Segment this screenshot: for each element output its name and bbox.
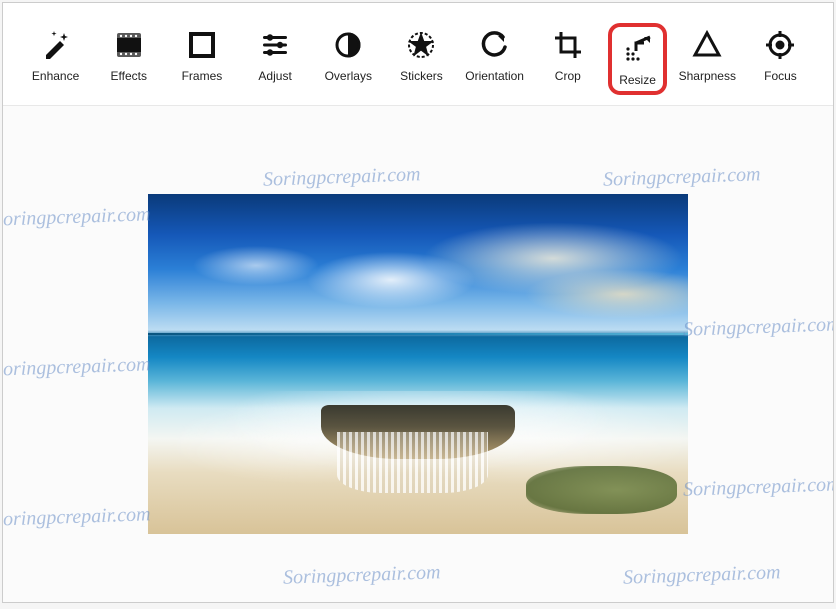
resize-icon (620, 31, 656, 67)
tool-effects[interactable]: Effects (96, 23, 161, 95)
watermark: Soringpcrepair.com (283, 561, 441, 589)
tool-label: Effects (111, 69, 147, 83)
watermark: Soringpcrepair.com (263, 163, 421, 191)
enhance-icon (38, 27, 74, 63)
tool-label: Stickers (400, 69, 443, 83)
effects-icon (111, 27, 147, 63)
focus-icon (762, 27, 798, 63)
watermark: Soringpcrepair.com (623, 561, 781, 589)
canvas-area[interactable]: Soringpcrepair.com Soringpcrepair.com So… (3, 106, 833, 602)
sharpness-icon (689, 27, 725, 63)
frames-icon (184, 27, 220, 63)
crop-icon (550, 27, 586, 63)
watermark: Soringpcrepair.com (603, 163, 761, 191)
tool-focus[interactable]: Focus (748, 23, 813, 95)
tool-adjust[interactable]: Adjust (243, 23, 308, 95)
tool-label: Sharpness (679, 69, 736, 83)
tool-enhance[interactable]: Enhance (23, 23, 88, 95)
tool-label: Orientation (465, 69, 524, 83)
stickers-icon (403, 27, 439, 63)
toolbar: Enhance Effects Frames Adjust Overlays (3, 3, 833, 106)
photo-editor-app: Enhance Effects Frames Adjust Overlays (2, 2, 834, 603)
watermark: Soringpcrepair.com (3, 203, 151, 231)
orientation-icon (477, 27, 513, 63)
tool-label: Crop (555, 69, 581, 83)
tool-frames[interactable]: Frames (169, 23, 234, 95)
watermark: Soringpcrepair.com (683, 313, 833, 341)
tool-label: Adjust (258, 69, 291, 83)
tool-label: Focus (764, 69, 797, 83)
tool-stickers[interactable]: Stickers (389, 23, 454, 95)
photo-preview (148, 194, 688, 534)
tool-label: Enhance (32, 69, 79, 83)
tool-label: Frames (182, 69, 223, 83)
overlays-icon (330, 27, 366, 63)
tool-overlays[interactable]: Overlays (316, 23, 381, 95)
tool-sharpness[interactable]: Sharpness (675, 23, 740, 95)
tool-crop[interactable]: Crop (535, 23, 600, 95)
watermark: Soringpcrepair.com (3, 503, 151, 531)
watermark: Soringpcrepair.com (683, 473, 833, 501)
tool-orientation[interactable]: Orientation (462, 23, 527, 95)
tool-label: Overlays (325, 69, 372, 83)
tool-label: Resize (619, 73, 656, 87)
watermark: Soringpcrepair.com (3, 353, 151, 381)
tool-resize[interactable]: Resize (608, 23, 666, 95)
adjust-icon (257, 27, 293, 63)
